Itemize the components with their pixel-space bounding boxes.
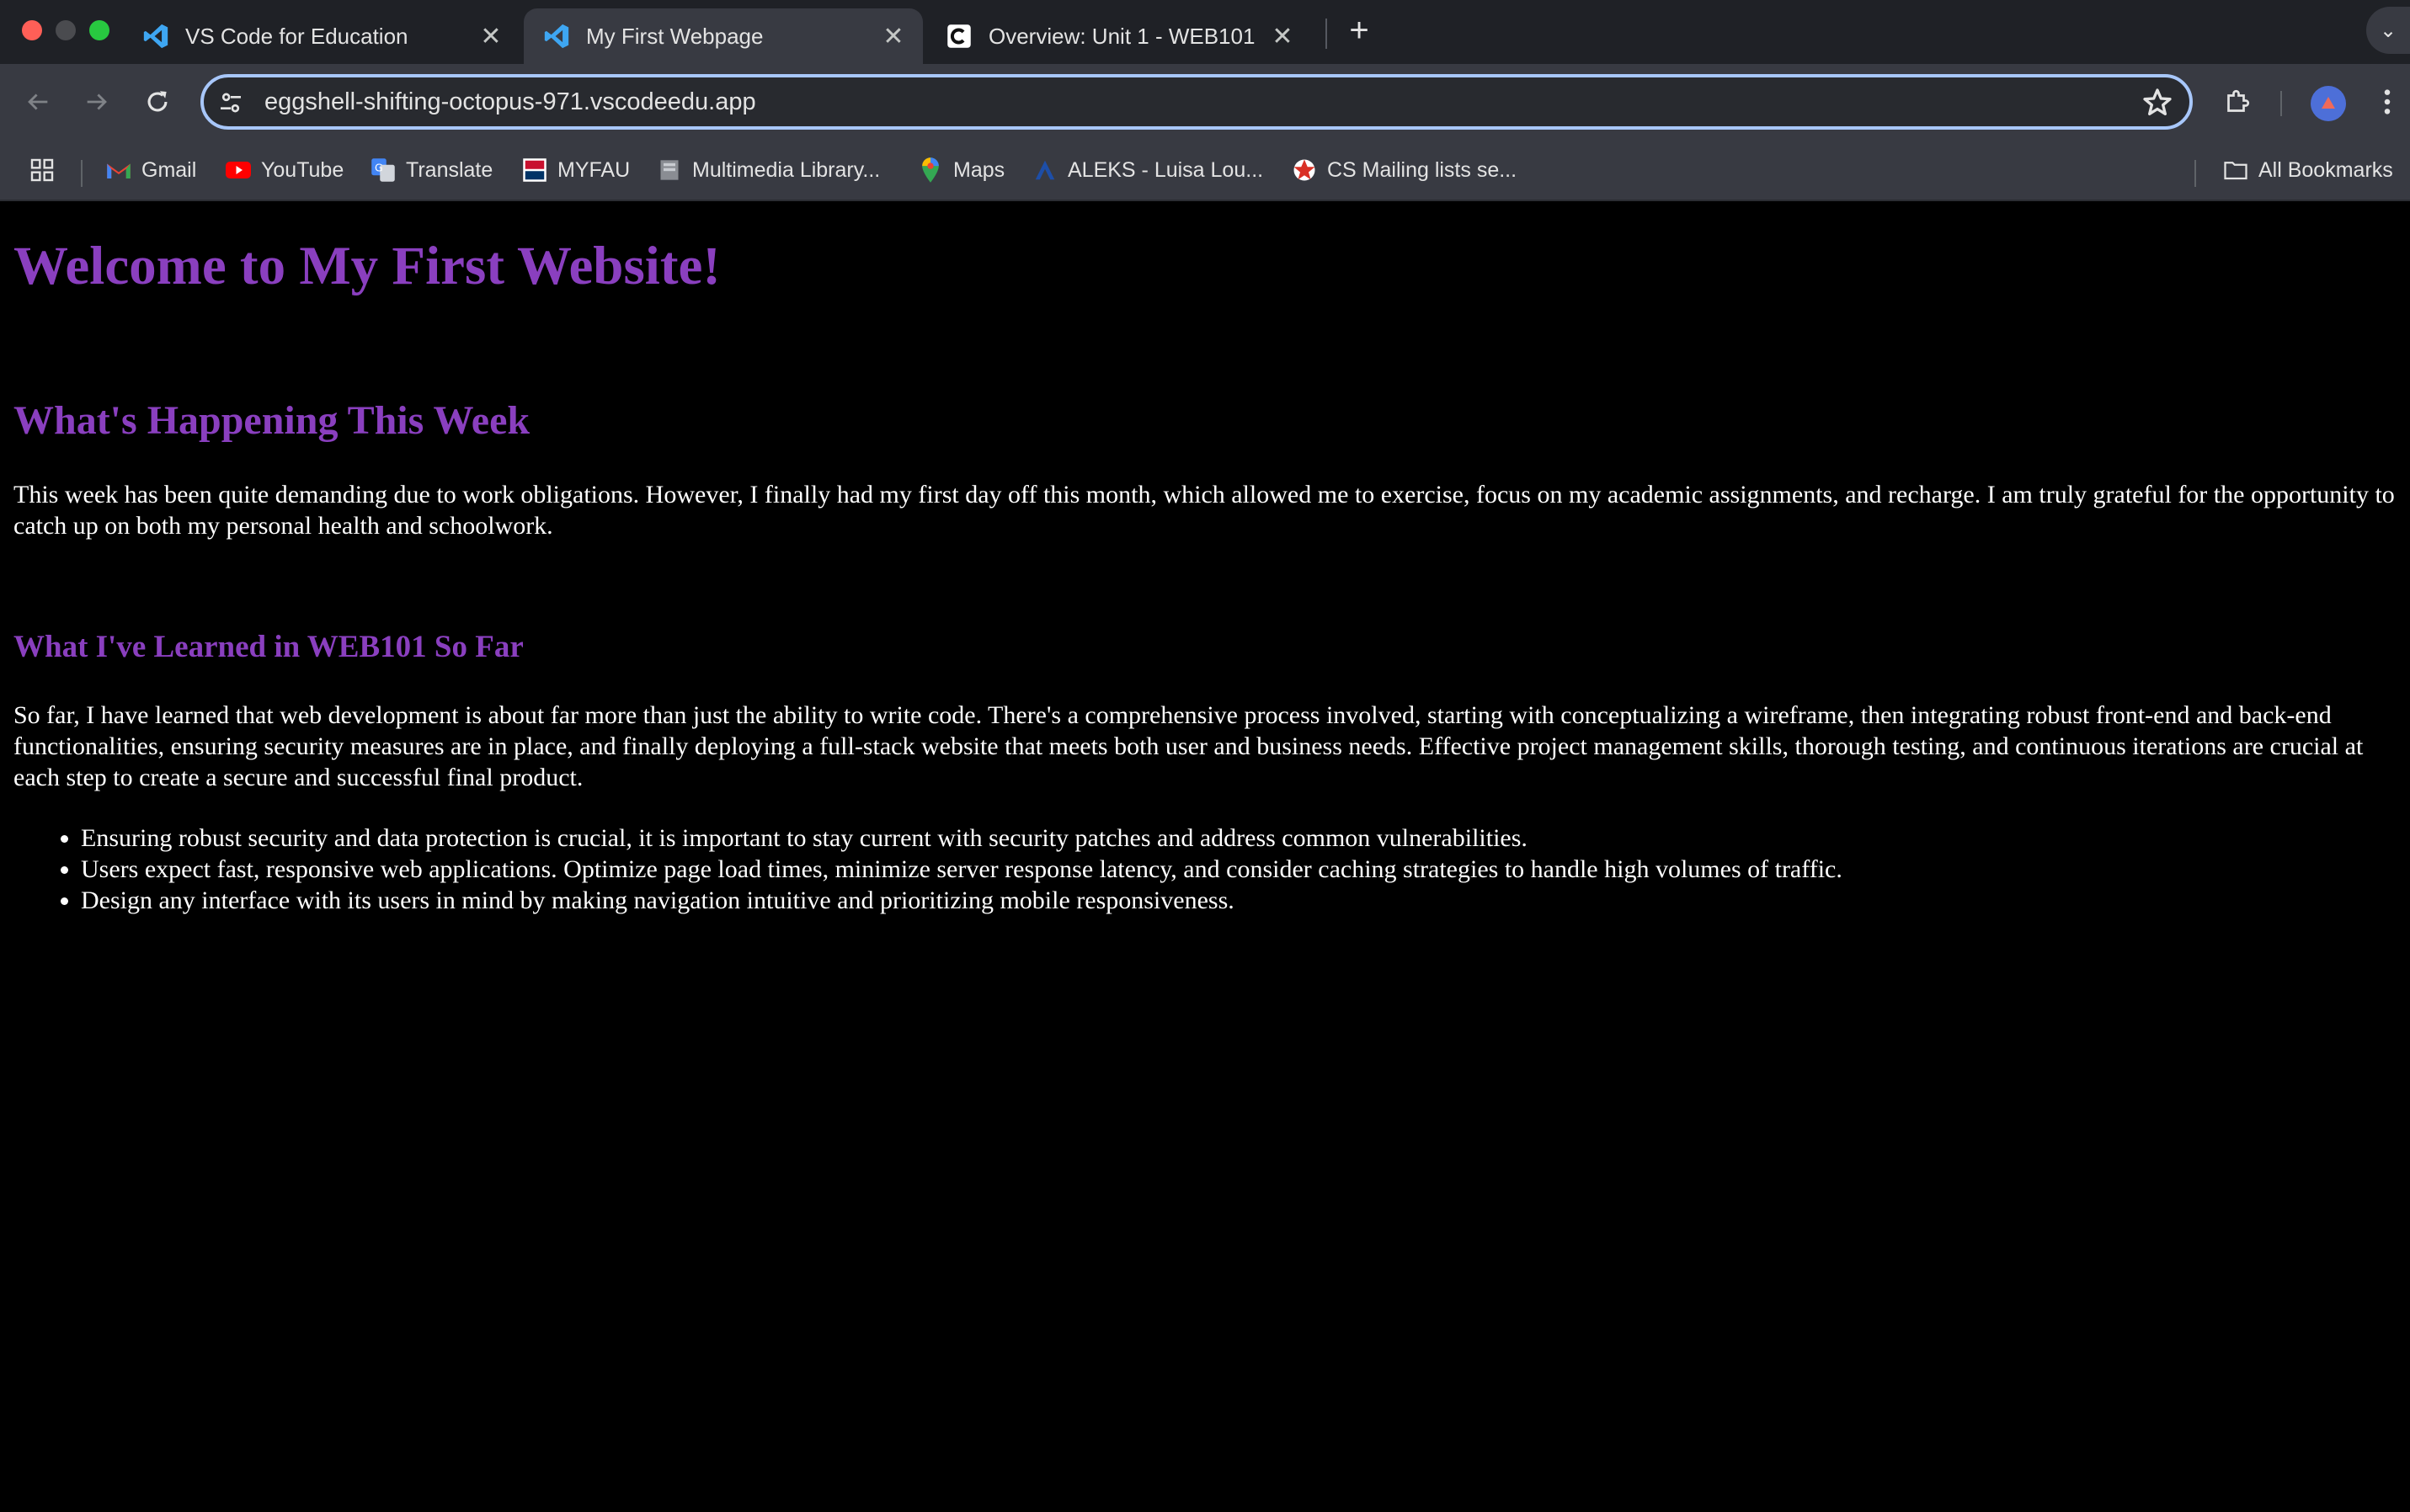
close-tab-icon[interactable]: ✕: [1270, 22, 1295, 51]
toolbar-divider: [2280, 91, 2282, 116]
folder-icon: [2223, 157, 2248, 183]
list-item: Ensuring robust security and data protec…: [81, 823, 2388, 854]
reload-icon: [147, 91, 168, 112]
list-item: Design any interface with its users in m…: [81, 885, 2388, 916]
myfau-icon: [522, 157, 547, 183]
bookmark-label: ALEKS - Luisa Lou...: [1068, 157, 1264, 182]
paragraph-learned: So far, I have learned that web developm…: [13, 701, 2364, 791]
reload-button[interactable]: [136, 81, 179, 123]
bookmark-label: CS Mailing lists se...: [1327, 157, 1517, 182]
bookmarks-bar: Gmail YouTube G Translate MYFAU Multimed…: [0, 140, 2410, 201]
extensions-button[interactable]: [2218, 83, 2257, 121]
learned-list: Ensuring robust security and data protec…: [81, 823, 2388, 916]
minimize-window-button[interactable]: [56, 20, 76, 40]
bookmark-label: MYFAU: [557, 157, 631, 182]
profile-avatar[interactable]: [2311, 86, 2346, 121]
url-text[interactable]: eggshell-shifting-octopus-971.vscodeedu.…: [264, 88, 756, 116]
puzzle-icon: [2227, 89, 2250, 112]
address-bar[interactable]: eggshell-shifting-octopus-971.vscodeedu.…: [200, 74, 2193, 130]
all-bookmarks-button[interactable]: All Bookmarks: [2223, 153, 2393, 187]
close-tab-icon[interactable]: ✕: [881, 22, 906, 51]
close-tab-icon[interactable]: ✕: [478, 22, 504, 51]
bookmark-maps[interactable]: Maps: [918, 153, 1005, 187]
youtube-icon: [226, 157, 251, 183]
tab-my-first-webpage[interactable]: My First Webpage ✕: [524, 8, 923, 64]
tab-separator: [1325, 19, 1327, 49]
translate-icon: G: [371, 157, 396, 183]
tab-title: My First Webpage: [586, 23, 764, 49]
bookmark-youtube[interactable]: YouTube: [226, 153, 344, 187]
bookmark-multimedia-library[interactable]: Multimedia Library...: [657, 153, 880, 187]
close-window-button[interactable]: [22, 20, 42, 40]
maximize-window-button[interactable]: [89, 20, 109, 40]
bookmark-translate[interactable]: G Translate: [371, 153, 493, 187]
bookmark-label: Gmail: [141, 157, 197, 182]
tab-strip: VS Code for Education ✕ My First Webpage…: [0, 0, 2410, 64]
gmail-icon: [106, 157, 131, 183]
more-vertical-icon: [2384, 89, 2391, 114]
all-bookmarks-label: All Bookmarks: [2258, 157, 2393, 182]
bookmark-label: YouTube: [261, 157, 344, 182]
back-button[interactable]: [17, 81, 59, 123]
apps-grid-icon: [30, 158, 54, 182]
bookmark-myfau[interactable]: MYFAU: [522, 153, 630, 187]
arrow-right-icon: [87, 93, 107, 110]
tab-title: VS Code for Education: [185, 23, 408, 49]
section-heading-learned: What I've Learned in WEB101 So Far: [13, 630, 524, 664]
paragraph-this-week: This week has been quite demanding due t…: [13, 481, 2395, 540]
bookmark-label: Maps: [953, 157, 1005, 182]
list-item: Users expect fast, responsive web applic…: [81, 854, 2388, 885]
chevron-down-icon: ⌄: [2379, 19, 2397, 42]
bookmark-cs-mailing-lists[interactable]: CS Mailing lists se...: [1292, 153, 1517, 187]
tab-overview-unit1[interactable]: Overview: Unit 1 - WEB101 | Ir ✕: [926, 8, 1312, 64]
site-settings-icon[interactable]: [217, 89, 244, 116]
browser-chrome: VS Code for Education ✕ My First Webpage…: [0, 0, 2410, 201]
section-heading-this-week: What's Happening This Week: [13, 398, 531, 443]
bookmark-label: Multimedia Library...: [692, 157, 881, 182]
bookmark-star-icon[interactable]: [2141, 86, 2174, 120]
tab-title: Overview: Unit 1 - WEB101 | Ir: [989, 23, 1260, 49]
bookmark-gmail[interactable]: Gmail: [106, 153, 196, 187]
maps-icon: [918, 157, 943, 183]
forward-button[interactable]: [76, 81, 118, 123]
aleks-icon: [1032, 157, 1058, 183]
vscode-icon: [141, 22, 170, 51]
tab-vscode-education[interactable]: VS Code for Education ✕: [123, 8, 520, 64]
page-heading: Welcome to My First Website!: [13, 236, 721, 296]
browser-toolbar: eggshell-shifting-octopus-971.vscodeedu.…: [0, 64, 2410, 140]
vscode-icon: [542, 22, 571, 51]
bookmarks-separator: [81, 160, 83, 187]
codepath-icon: [945, 22, 973, 51]
new-tab-button[interactable]: +: [1342, 12, 1376, 50]
library-icon: [657, 157, 682, 183]
bookmark-aleks[interactable]: ALEKS - Luisa Lou...: [1032, 153, 1263, 187]
apps-button[interactable]: [29, 153, 56, 187]
bookmarks-separator: [2194, 160, 2196, 187]
arrow-left-icon: [28, 93, 48, 110]
chrome-menu-button[interactable]: [2368, 83, 2407, 121]
webpage-content: Welcome to My First Website! What's Happ…: [0, 201, 2410, 1512]
bookmark-label: Translate: [406, 157, 493, 182]
svg-text:G: G: [375, 161, 383, 173]
profile-icon: [2322, 97, 2335, 109]
cs-icon: [1292, 157, 1317, 183]
tab-search-button[interactable]: ⌄: [2366, 7, 2410, 54]
